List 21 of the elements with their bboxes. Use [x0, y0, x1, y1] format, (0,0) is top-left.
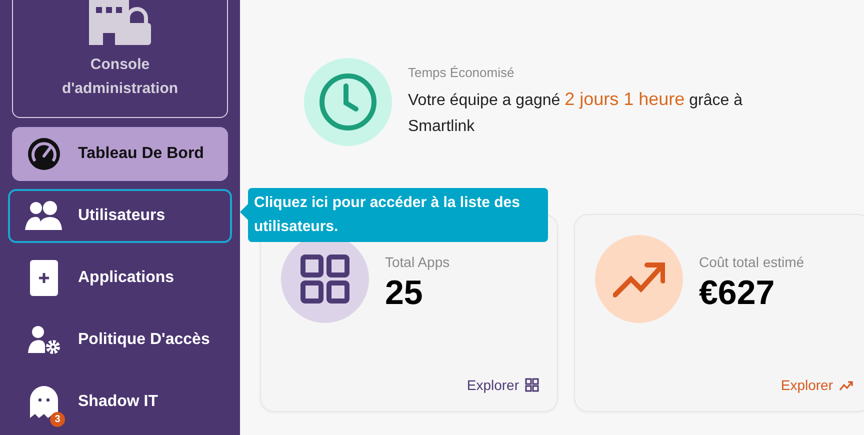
- tooltip-pointer: [240, 204, 248, 220]
- explore-link[interactable]: Explorer: [780, 377, 853, 393]
- users-icon: [24, 200, 64, 232]
- time-saved-label: Temps Économisé: [408, 64, 516, 80]
- stat-value: 25: [385, 274, 424, 312]
- nav-item[interactable]: Shadow IT 3: [12, 375, 228, 429]
- console-card[interactable]: Console d'administration: [12, 0, 228, 118]
- time-saved-text: Votre équipe a gagné 2 jours 1 heure grâce à Smartlink: [408, 88, 744, 136]
- stat-value: €627: [699, 274, 776, 312]
- tooltip: Cliquez ici pour accéder à la liste des utilisateurs.: [248, 188, 548, 242]
- grid-icon: [299, 253, 351, 305]
- nav-item[interactable]: Applications: [12, 251, 228, 305]
- nav-item[interactable]: Tableau De Bord: [12, 127, 228, 181]
- stat-label: Coût total estimé: [699, 254, 804, 270]
- console-title: Console d'administration: [60, 55, 180, 99]
- nav-item[interactable]: Politique D'accès: [12, 313, 228, 367]
- grid-icon: [525, 378, 539, 392]
- explore-link[interactable]: Explorer: [466, 377, 539, 393]
- nav-item[interactable]: Utilisateurs: [8, 189, 232, 243]
- stat-label: Total Apps: [385, 254, 450, 270]
- count-badge: 3: [50, 412, 65, 427]
